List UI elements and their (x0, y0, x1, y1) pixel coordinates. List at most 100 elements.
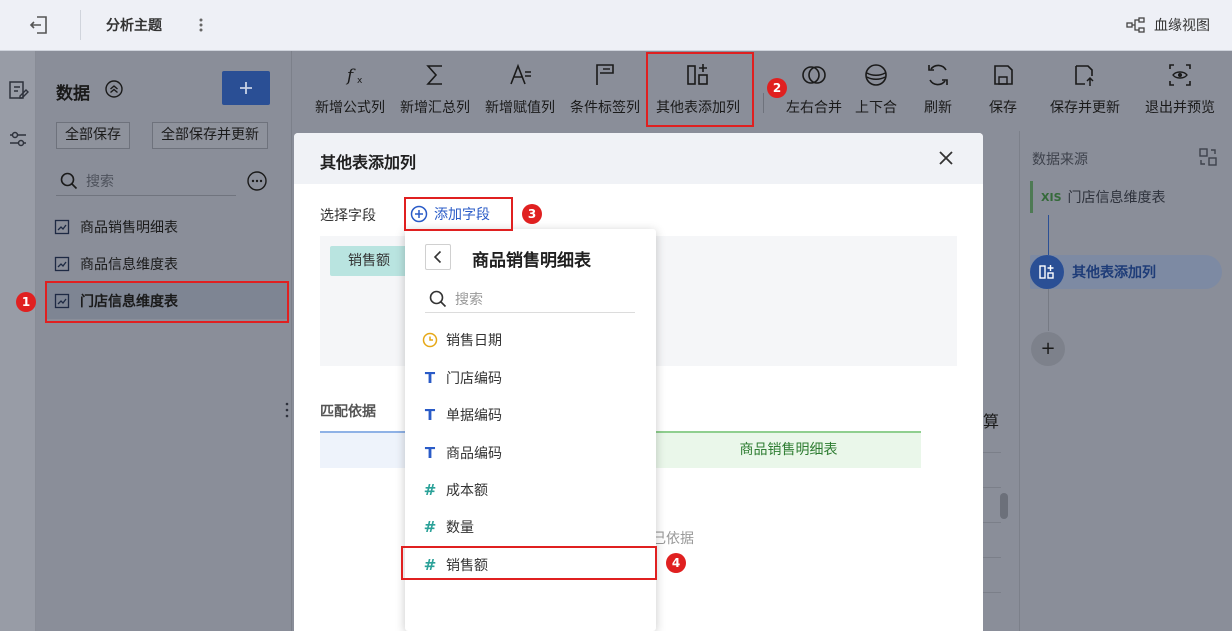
step-badge: 3 (522, 204, 542, 224)
settings-sliders-icon[interactable] (7, 128, 29, 150)
flow-connector (1048, 289, 1049, 331)
search-placeholder: 搜索 (455, 291, 483, 308)
tool-label: 新增赋值列 (485, 100, 555, 116)
field-label: 单据编码 (446, 408, 502, 424)
field-label: 成本额 (446, 483, 488, 499)
dropdown-title: 商品销售明细表 (472, 251, 591, 271)
exit-and-preview-button[interactable]: 退出并预览 (1145, 51, 1215, 131)
field-list-item[interactable]: T 商品编码 (405, 435, 656, 471)
lineage-view-button[interactable]: 血缘视图 (1126, 14, 1210, 36)
grid-line (983, 522, 1001, 523)
data-source-panel: 数据来源 XIS 门店信息维度表 其他表添加列 + (1019, 131, 1232, 631)
field-list-item[interactable]: T 单据编码 (405, 397, 656, 433)
add-column-from-other-table-button[interactable]: 其他表添加列 (656, 51, 740, 131)
table-list-item[interactable]: 商品销售明细表 (46, 209, 288, 245)
workspace-partial-text: 算 (983, 412, 1000, 431)
save-all-button[interactable]: 全部保存 (56, 122, 130, 149)
tool-label: 条件标签列 (570, 100, 640, 116)
number-type-icon: # (423, 556, 437, 574)
save-and-update-button[interactable]: 保存并更新 (1050, 51, 1120, 131)
source-table-node[interactable]: XIS 门店信息维度表 (1030, 181, 1222, 213)
grid-line (983, 487, 1001, 488)
lineage-icon (1126, 17, 1146, 33)
refresh-button[interactable]: 刷新 (924, 51, 952, 131)
search-placeholder: 搜索 (86, 174, 114, 190)
field-search-input[interactable]: 搜索 (425, 285, 635, 313)
field-label: 商品编码 (446, 446, 502, 462)
back-button[interactable] (425, 244, 451, 270)
add-data-button[interactable] (222, 71, 270, 105)
field-list-item[interactable]: # 数量 (405, 509, 656, 545)
text-type-icon: T (424, 444, 436, 462)
lineage-label: 血缘视图 (1154, 18, 1210, 34)
plus-circle-icon (410, 205, 428, 223)
grid-line (983, 557, 1001, 558)
add-column-step-node[interactable]: 其他表添加列 (1030, 255, 1222, 289)
add-summary-column-button[interactable]: 新增汇总列 (400, 51, 470, 131)
dialog-title: 其他表添加列 (320, 153, 417, 172)
step-badge: 4 (666, 553, 686, 573)
search-icon (429, 290, 447, 308)
more-options-icon[interactable] (246, 170, 268, 192)
add-field-label: 添加字段 (434, 206, 490, 223)
search-icon (60, 172, 78, 190)
save-all-update-button[interactable]: 全部保存并更新 (152, 122, 268, 149)
table-list-item[interactable]: 门店信息维度表 (46, 283, 288, 319)
table-add-icon (684, 61, 712, 89)
exit-icon[interactable] (28, 14, 52, 36)
more-vertical-icon[interactable] (193, 14, 209, 36)
condition-label-column-button[interactable]: 条件标签列 (570, 51, 640, 131)
field-label: 销售额 (446, 558, 488, 574)
toolbar-divider (763, 93, 764, 113)
scrollbar[interactable] (1000, 493, 1008, 519)
field-label: 销售日期 (446, 333, 502, 349)
field-list-item[interactable]: # 成本额 (405, 472, 656, 508)
flag-icon (591, 61, 619, 89)
tool-label: 其他表添加列 (656, 100, 740, 116)
field-list-item[interactable]: T 门店编码 (405, 360, 656, 396)
save-button[interactable]: 保存 (989, 51, 1017, 131)
data-panel: 数据 全部保存 全部保存并更新 搜索 商品销售明细表 商品信息维度表 门店信息维度表 (36, 51, 292, 631)
field-chip[interactable]: 销售额 (330, 246, 408, 276)
merge-vertical-button[interactable]: 上下合 (855, 51, 897, 131)
merge-horizontal-button[interactable]: 左右合并 (786, 51, 842, 131)
fx-icon: fx (336, 61, 364, 89)
text-type-icon: T (424, 406, 436, 424)
select-field-label: 选择字段 (320, 208, 376, 224)
match-basis-label: 匹配依据 (320, 404, 376, 420)
field-list-item[interactable]: # 销售额 (405, 547, 656, 583)
tool-label: 新增汇总列 (400, 100, 470, 116)
collapse-icon[interactable] (104, 79, 124, 99)
panel-title: 数据来源 (1032, 152, 1088, 168)
field-list-item[interactable]: 销售日期 (405, 322, 656, 358)
clock-icon (422, 332, 438, 348)
preview-icon (1166, 61, 1194, 89)
add-step-button[interactable]: + (1031, 332, 1065, 366)
add-assign-column-button[interactable]: 新增赋值列 (485, 51, 555, 131)
source-table-label: 门店信息维度表 (1067, 190, 1166, 206)
table-chart-icon (54, 256, 70, 272)
sigma-icon (421, 61, 449, 89)
table-list-item-label: 门店信息维度表 (80, 294, 178, 310)
field-label: 数量 (446, 520, 474, 536)
tool-label: 上下合 (855, 100, 897, 116)
divider (80, 10, 81, 40)
excel-icon: XIS (1041, 190, 1062, 204)
data-prep-icon[interactable] (7, 79, 29, 101)
close-icon[interactable] (936, 148, 956, 168)
tool-label: 左右合并 (786, 100, 842, 116)
svg-text:f: f (345, 66, 356, 86)
add-field-button[interactable]: 添加字段 (404, 198, 512, 229)
field-picker-dropdown: 商品销售明细表 搜索 销售日期 T 门店编码 T 单据编码 T 商品编码 # 成本额 # 数量 # 销售… (405, 229, 656, 631)
resize-handle[interactable] (283, 401, 291, 419)
step-badge: 1 (16, 292, 36, 312)
icon-rail (0, 51, 36, 631)
top-bar: 分析主题 血缘视图 (0, 0, 1232, 51)
table-list-item[interactable]: 商品信息维度表 (46, 246, 288, 282)
add-formula-column-button[interactable]: f x 新增公式列 (315, 51, 385, 131)
layout-toggle-icon[interactable] (1198, 147, 1218, 167)
save-icon (989, 61, 1017, 89)
search-input[interactable]: 搜索 (56, 167, 236, 196)
number-type-icon: # (423, 481, 437, 499)
tool-label: 保存 (989, 100, 1017, 116)
